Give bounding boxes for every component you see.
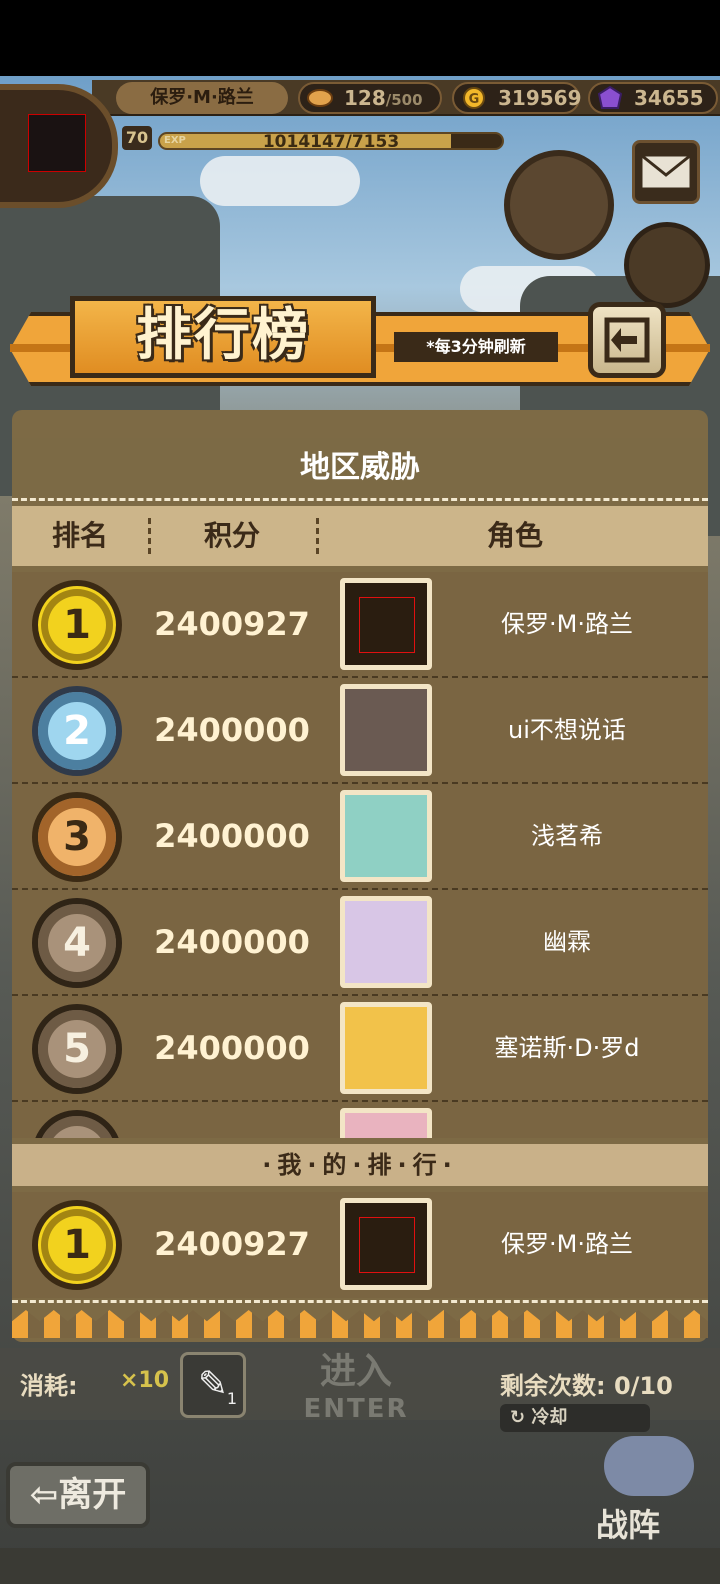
status-bar-area (0, 0, 720, 76)
player-name: 保罗·M·路兰 (501, 610, 633, 638)
page-title: 排行榜 (136, 303, 310, 368)
ranking-list[interactable]: 1 2400927 保罗·M·路兰 2 2400000 ui不想说话 3 2400000 浅茗希… (12, 572, 708, 1138)
column-divider (148, 518, 151, 554)
exp-bar: EXP 1014147/7153 (158, 132, 504, 150)
cooldown-label: 冷却 (531, 1407, 568, 1428)
player-level: 70 (122, 126, 152, 150)
exp-text: 1014147/7153 (262, 132, 400, 150)
portrait-image (345, 1007, 427, 1089)
column-character: 角色 (486, 519, 543, 552)
ranking-row[interactable]: 4 2400000 幽霖 (12, 890, 708, 996)
column-header-row: 排名 积分 角色 (12, 506, 708, 566)
arrow-left-icon: ⇦ (29, 1475, 59, 1515)
enter-button[interactable]: 进入 ENTER (286, 1350, 426, 1446)
gem-icon (597, 86, 623, 109)
leave-button[interactable]: ⇦离开 (6, 1462, 150, 1528)
leave-label: 离开 (58, 1475, 127, 1515)
player-name: ui不想说话 (508, 716, 626, 744)
character-portrait[interactable] (340, 1002, 432, 1094)
refresh-icon: ↻ (510, 1407, 526, 1428)
enter-label-cn: 进入 (319, 1351, 392, 1392)
bread-icon (307, 89, 333, 107)
rank-medal-bronze: 3 (32, 792, 122, 882)
formation-button[interactable]: 战阵 (584, 1436, 714, 1544)
mail-button[interactable] (632, 140, 700, 204)
portrait-image (345, 901, 427, 983)
stamina-value: 128 (344, 86, 386, 110)
stamina-max: /500 (385, 91, 423, 109)
player-name: 浅茗希 (531, 822, 603, 850)
my-name: 保罗·M·路兰 (501, 1230, 633, 1258)
leaderboard-category: 地区威胁 (300, 450, 420, 485)
refresh-note: *每3分钟刷新 (394, 332, 558, 362)
portrait-image (345, 1113, 427, 1138)
back-button[interactable] (588, 302, 666, 378)
character-portrait[interactable] (340, 1108, 432, 1138)
formation-label: 战阵 (596, 1506, 661, 1544)
backpack-icon[interactable] (624, 222, 710, 308)
gem-counter[interactable]: 34655 (588, 82, 718, 114)
feather-icon: ✎ (197, 1364, 229, 1405)
column-rank: 排名 (51, 519, 108, 552)
column-divider (316, 518, 319, 554)
rank-score: 2400000 (154, 711, 310, 749)
ranking-row[interactable] (12, 1102, 708, 1138)
consume-count: ×10 (120, 1368, 170, 1393)
ranking-row[interactable]: 3 2400000 浅茗希 (12, 784, 708, 890)
envelope-icon (639, 153, 693, 191)
remaining-attempts: 剩余次数: 0/10 (500, 1372, 673, 1400)
rank-medal-plain: 5 (32, 1004, 122, 1094)
portrait-image (345, 689, 427, 771)
return-arrow-icon (604, 317, 650, 363)
rank-score: 2400000 (154, 923, 310, 961)
cooldown-button[interactable]: ↻ 冷却 (500, 1404, 650, 1432)
ranking-row[interactable]: 5 2400000 塞诺斯·D·罗d (12, 996, 708, 1102)
gold-value: 319569 (498, 86, 582, 110)
character-portrait[interactable] (340, 896, 432, 988)
my-score: 2400927 (154, 1225, 310, 1263)
player-name: 幽霖 (543, 928, 591, 956)
rank-medal-plain (32, 1110, 122, 1138)
character-portrait[interactable] (340, 790, 432, 882)
enter-label-en: ENTER (303, 1394, 409, 1424)
ranking-row[interactable]: 1 2400927 保罗·M·路兰 (12, 572, 708, 678)
ranking-row[interactable]: 2 2400000 ui不想说话 (12, 678, 708, 784)
stamina-counter[interactable]: 128/500 (298, 82, 442, 114)
rank-medal-gold: 1 (32, 1200, 122, 1290)
quest-scroll-icon[interactable] (504, 150, 614, 260)
rank-medal-silver: 2 (32, 686, 122, 776)
character-portrait[interactable] (340, 578, 432, 670)
consume-label: 消耗: (20, 1372, 78, 1400)
player-name: 保罗·M·路兰 (116, 82, 288, 114)
rank-medal-gold: 1 (32, 580, 122, 670)
svg-text:G: G (469, 92, 480, 107)
rank-score: 2400000 (154, 817, 310, 855)
bottom-edge (0, 1548, 720, 1584)
character-portrait[interactable] (340, 684, 432, 776)
gold-coin-icon: G (463, 87, 485, 109)
gold-counter[interactable]: G 319569 (452, 82, 582, 114)
player-avatar[interactable] (28, 114, 86, 172)
my-rank-header: ·我·的·排·行· (12, 1144, 708, 1186)
column-score: 积分 (203, 519, 260, 552)
my-portrait[interactable] (340, 1198, 432, 1290)
rank-score: 2400927 (154, 605, 310, 643)
gem-value: 34655 (634, 86, 704, 110)
item-count: 1 (226, 1389, 237, 1408)
portrait-image (359, 1217, 415, 1273)
portrait-image (359, 597, 415, 653)
portrait-image (345, 795, 427, 877)
formation-icon (604, 1436, 694, 1496)
my-rank-row[interactable]: 1 2400927 保罗·M·路兰 (12, 1192, 708, 1298)
item-slot[interactable]: ✎ 1 (180, 1352, 246, 1418)
rank-score: 2400000 (154, 1029, 310, 1067)
rank-medal-plain: 4 (32, 898, 122, 988)
divider (12, 1300, 708, 1303)
player-name: 塞诺斯·D·罗d (494, 1034, 640, 1062)
divider (12, 498, 708, 501)
